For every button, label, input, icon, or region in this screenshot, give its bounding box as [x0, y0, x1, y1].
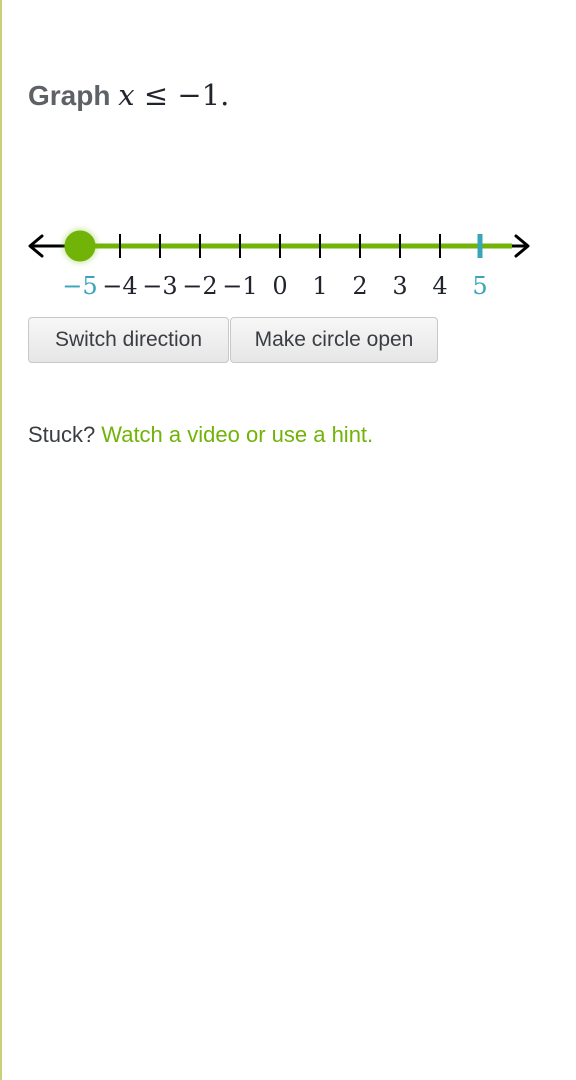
stuck-label: Stuck?	[28, 422, 96, 447]
left-border	[0, 0, 2, 1080]
question-prefix: Graph	[28, 80, 111, 111]
make-circle-open-button[interactable]: Make circle open	[230, 317, 438, 363]
number-line[interactable]: −5 −4 −3 −2 −1 0 1 2 3 4 5	[0, 210, 576, 310]
tick-label: 5	[472, 272, 487, 300]
number-line-controls: Switch direction Make circle open	[28, 317, 439, 363]
inequality-expression: x ≤ −1.	[118, 78, 229, 112]
tick-label: 0	[272, 272, 287, 300]
question-prompt: Graph x ≤ −1.	[28, 78, 229, 112]
switch-direction-button[interactable]: Switch direction	[28, 317, 229, 363]
inequality-period: .	[220, 78, 230, 112]
tick-label: −2	[182, 272, 217, 300]
tick-label: −4	[102, 272, 137, 300]
help-section: Stuck? Watch a video or use a hint.	[28, 422, 373, 448]
tick-label: 2	[352, 272, 367, 300]
tick-label: 3	[392, 272, 407, 300]
hint-link[interactable]: Watch a video or use a hint.	[101, 422, 373, 447]
tick-label: −3	[142, 272, 177, 300]
inequality-relation: ≤	[143, 78, 169, 112]
tick-label: 4	[432, 272, 447, 300]
draggable-point[interactable]	[64, 230, 96, 262]
tick-label: −1	[222, 272, 257, 300]
inequality-value: −1	[177, 78, 221, 112]
inequality-variable: x	[118, 78, 135, 112]
tick-label: −5	[62, 272, 97, 300]
tick-label: 1	[312, 272, 327, 300]
